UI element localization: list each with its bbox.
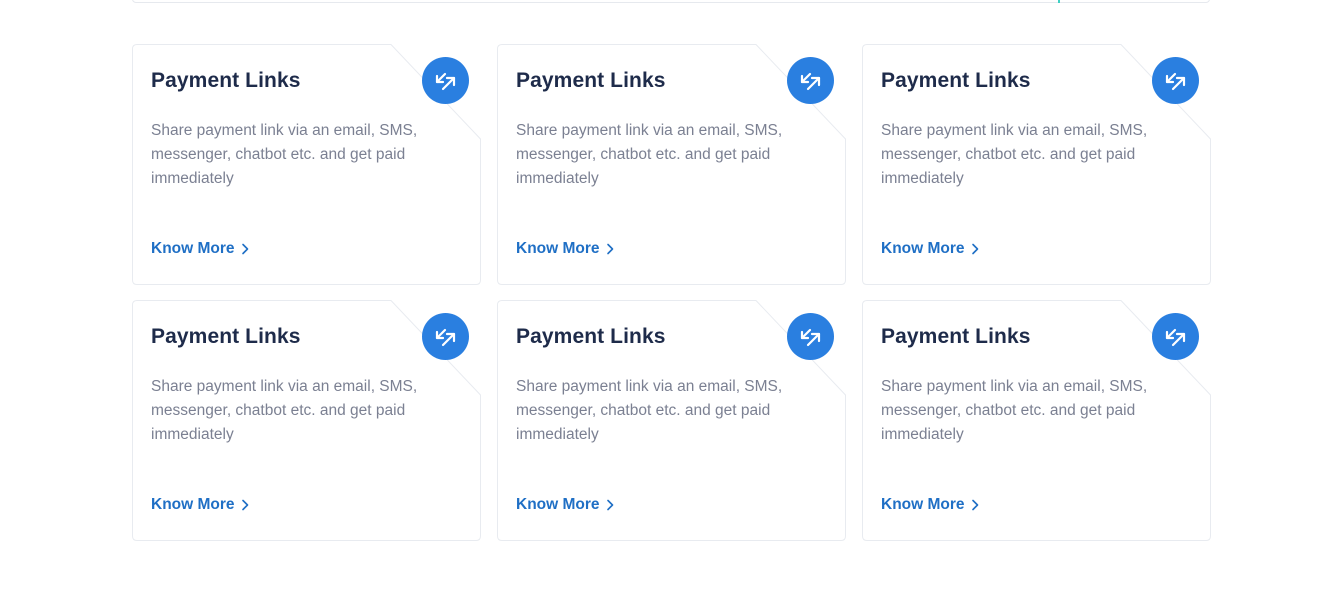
chevron-right-icon bbox=[606, 499, 614, 511]
know-more-link[interactable]: Know More bbox=[151, 240, 249, 258]
card-title: Payment Links bbox=[516, 69, 666, 92]
feature-card-grid: Payment Links Share payment link via an … bbox=[132, 44, 1212, 541]
chevron-right-icon bbox=[241, 499, 249, 511]
card-title: Payment Links bbox=[881, 325, 1031, 348]
payment-link-icon bbox=[422, 313, 469, 360]
payment-link-icon bbox=[1152, 313, 1199, 360]
chevron-right-icon bbox=[971, 243, 979, 255]
know-more-link[interactable]: Know More bbox=[516, 240, 614, 258]
chevron-right-icon bbox=[241, 243, 249, 255]
feature-card: Payment Links Share payment link via an … bbox=[862, 44, 1211, 285]
card-title: Payment Links bbox=[151, 325, 301, 348]
know-more-label: Know More bbox=[151, 240, 235, 257]
feature-card: Payment Links Share payment link via an … bbox=[497, 300, 846, 541]
feature-card: Payment Links Share payment link via an … bbox=[862, 300, 1211, 541]
know-more-label: Know More bbox=[151, 496, 235, 513]
card-description: Share payment link via an email, SMS, me… bbox=[151, 122, 418, 187]
know-more-link[interactable]: Know More bbox=[881, 496, 979, 514]
payment-link-icon bbox=[787, 313, 834, 360]
chevron-right-icon bbox=[971, 499, 979, 511]
card-description: Share payment link via an email, SMS, me… bbox=[516, 378, 783, 443]
card-description: Share payment link via an email, SMS, me… bbox=[881, 122, 1148, 187]
feature-card: Payment Links Share payment link via an … bbox=[132, 44, 481, 285]
chevron-right-icon bbox=[606, 243, 614, 255]
payment-link-icon bbox=[787, 57, 834, 104]
card-title: Payment Links bbox=[151, 69, 301, 92]
know-more-label: Know More bbox=[881, 496, 965, 513]
know-more-label: Know More bbox=[516, 496, 600, 513]
card-title: Payment Links bbox=[516, 325, 666, 348]
know-more-label: Know More bbox=[881, 240, 965, 257]
know-more-link[interactable]: Know More bbox=[151, 496, 249, 514]
know-more-link[interactable]: Know More bbox=[516, 496, 614, 514]
top-panel-accent bbox=[1058, 0, 1060, 3]
top-panel-edge bbox=[132, 0, 1210, 3]
know-more-label: Know More bbox=[516, 240, 600, 257]
card-description: Share payment link via an email, SMS, me… bbox=[151, 378, 418, 443]
card-description: Share payment link via an email, SMS, me… bbox=[881, 378, 1148, 443]
card-title: Payment Links bbox=[881, 69, 1031, 92]
feature-card: Payment Links Share payment link via an … bbox=[497, 44, 846, 285]
know-more-link[interactable]: Know More bbox=[881, 240, 979, 258]
payment-link-icon bbox=[1152, 57, 1199, 104]
card-description: Share payment link via an email, SMS, me… bbox=[516, 122, 783, 187]
payment-link-icon bbox=[422, 57, 469, 104]
feature-card: Payment Links Share payment link via an … bbox=[132, 300, 481, 541]
